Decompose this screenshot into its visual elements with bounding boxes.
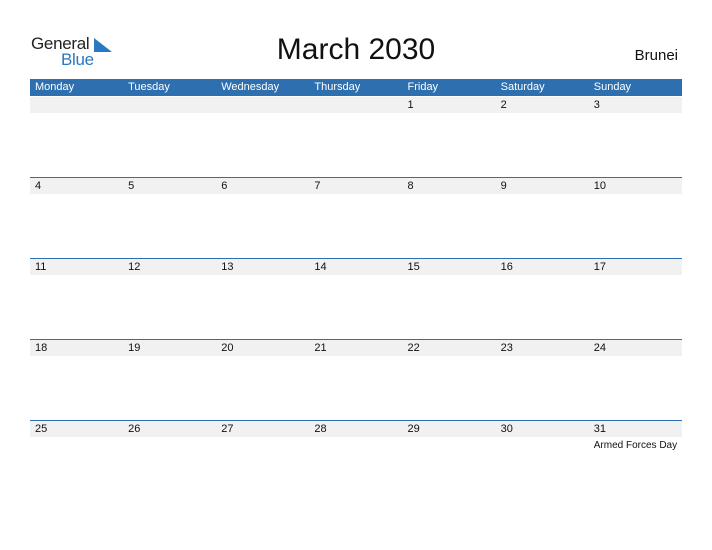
day-cell: 16 <box>496 259 589 275</box>
day-cell: 30 <box>496 421 589 437</box>
day-cell: 8 <box>403 178 496 194</box>
day-cell: 27 <box>216 421 309 437</box>
weekday-friday: Friday <box>407 81 439 93</box>
date-band: 25 26 27 28 29 30 31 Armed Forces Day <box>30 421 682 451</box>
day-number: 9 <box>500 180 507 192</box>
day-cell: 28 <box>309 421 402 437</box>
day-number: 24 <box>593 342 606 354</box>
day-cell: 2 <box>496 97 589 113</box>
day-number: 27 <box>221 423 234 435</box>
week-row: 18 19 20 21 22 23 24 <box>30 339 682 420</box>
day-number: 7 <box>314 180 321 192</box>
day-cell: 17 <box>589 259 682 275</box>
date-band: 1 2 3 <box>30 97 682 113</box>
day-cell: 31 Armed Forces Day <box>589 421 682 451</box>
day-number: 4 <box>35 180 42 192</box>
day-number: 14 <box>314 261 327 273</box>
day-number: 19 <box>128 342 141 354</box>
day-number: 3 <box>593 99 600 111</box>
day-number: 10 <box>593 180 606 192</box>
day-cell <box>309 97 402 113</box>
day-number: 6 <box>221 180 228 192</box>
day-cell: 5 <box>123 178 216 194</box>
country-label: Brunei <box>634 47 678 64</box>
day-number: 30 <box>500 423 513 435</box>
day-number: 16 <box>500 261 513 273</box>
day-number: 20 <box>221 342 234 354</box>
day-cell: 7 <box>309 178 402 194</box>
day-number: 8 <box>407 180 414 192</box>
day-cell: 20 <box>216 340 309 356</box>
day-cell: 23 <box>496 340 589 356</box>
date-band: 18 19 20 21 22 23 24 <box>30 340 682 356</box>
day-cell: 13 <box>216 259 309 275</box>
date-band: 4 5 6 7 8 9 10 <box>30 178 682 194</box>
calendar-title: March 2030 <box>276 33 436 66</box>
day-number: 28 <box>314 423 327 435</box>
day-number: 23 <box>500 342 513 354</box>
day-number: 2 <box>500 99 507 111</box>
day-cell <box>30 97 123 113</box>
weekday-saturday: Saturday <box>500 81 545 93</box>
weekday-tuesday: Tuesday <box>128 81 170 93</box>
day-number: 26 <box>128 423 141 435</box>
day-number: 1 <box>407 99 414 111</box>
day-number: 18 <box>35 342 48 354</box>
day-cell: 11 <box>30 259 123 275</box>
day-cell: 6 <box>216 178 309 194</box>
day-number: 12 <box>128 261 141 273</box>
week-row: 1 2 3 <box>30 97 682 177</box>
day-cell <box>216 97 309 113</box>
day-number: 21 <box>314 342 327 354</box>
day-number: 13 <box>221 261 234 273</box>
day-cell: 3 <box>589 97 682 113</box>
day-cell: 22 <box>403 340 496 356</box>
day-cell: 10 <box>589 178 682 194</box>
day-cell: 1 <box>403 97 496 113</box>
weekday-header: Monday Tuesday Wednesday Thursday Friday… <box>30 79 682 96</box>
day-cell: 24 <box>589 340 682 356</box>
day-number: 11 <box>35 261 47 273</box>
day-number: 22 <box>407 342 420 354</box>
day-cell: 9 <box>496 178 589 194</box>
week-row: 4 5 6 7 8 9 10 <box>30 177 682 258</box>
day-cell: 15 <box>403 259 496 275</box>
day-cell <box>123 97 216 113</box>
day-number: 31 <box>593 423 606 435</box>
day-number: 5 <box>128 180 135 192</box>
day-cell: 18 <box>30 340 123 356</box>
day-cell: 19 <box>123 340 216 356</box>
date-band: 11 12 13 14 15 16 17 <box>30 259 682 275</box>
weekday-monday: Monday <box>35 81 75 93</box>
day-number: 25 <box>35 423 48 435</box>
day-cell: 12 <box>123 259 216 275</box>
day-cell: 26 <box>123 421 216 437</box>
day-cell: 14 <box>309 259 402 275</box>
week-row: 25 26 27 28 29 30 31 Armed Forces Day <box>30 420 682 501</box>
weekday-wednesday: Wednesday <box>221 81 280 93</box>
week-row: 11 12 13 14 15 16 17 <box>30 258 682 339</box>
day-cell: 29 <box>403 421 496 437</box>
day-number: 29 <box>407 423 420 435</box>
day-cell: 4 <box>30 178 123 194</box>
day-number: 15 <box>407 261 420 273</box>
day-cell: 21 <box>309 340 402 356</box>
day-cell: 25 <box>30 421 123 437</box>
holiday-label: Armed Forces Day <box>593 440 678 451</box>
weekday-thursday: Thursday <box>314 81 361 93</box>
day-number: 17 <box>593 261 606 273</box>
weekday-sunday: Sunday <box>593 81 632 93</box>
